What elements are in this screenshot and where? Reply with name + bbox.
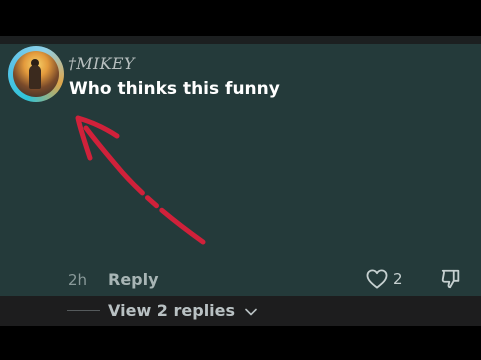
like-button[interactable]: 2 [366, 268, 414, 292]
view-replies-label: View 2 replies [108, 301, 236, 320]
replies-bar: View 2 replies [0, 296, 481, 326]
reply-button[interactable]: Reply [108, 270, 159, 289]
view-replies-button[interactable]: View 2 replies [108, 301, 257, 320]
dislike-button[interactable] [440, 268, 464, 292]
comment-screen: †MIKEY Who thinks this funny 2h Reply 2 … [0, 0, 481, 360]
chevron-down-icon [244, 308, 257, 315]
replies-divider-line [67, 310, 100, 311]
comment-username[interactable]: †MIKEY [68, 54, 135, 73]
avatar-figure-body [29, 65, 41, 89]
comment-timestamp: 2h [68, 271, 88, 289]
heart-icon [366, 269, 388, 289]
like-count: 2 [393, 270, 403, 288]
top-divider [0, 36, 481, 44]
avatar[interactable] [13, 51, 59, 97]
bottom-area [0, 326, 481, 360]
comment-text: Who thinks this funny [69, 79, 280, 99]
thumbs-down-icon [441, 269, 460, 289]
top-bar [0, 0, 481, 36]
